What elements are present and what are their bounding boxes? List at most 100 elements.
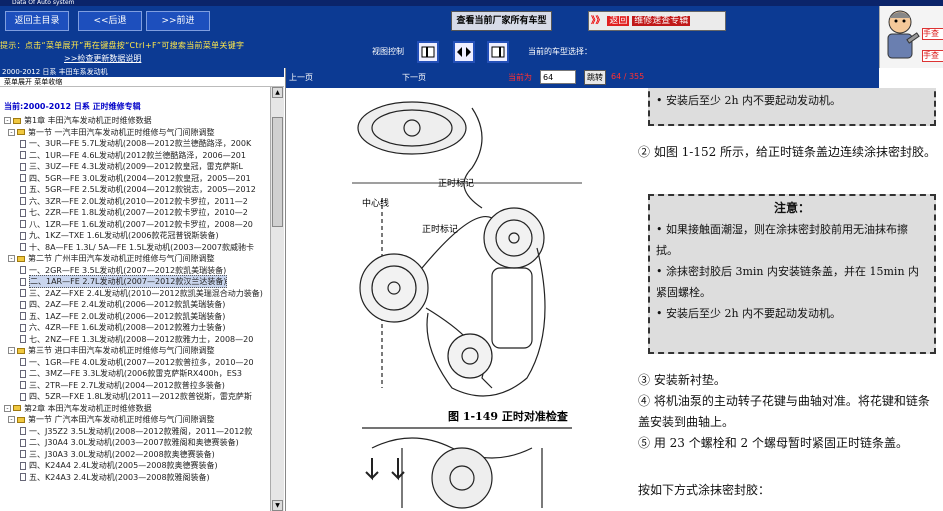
document-text-column: • 安装后至少 2h 内不要起动发动机。 ② 如图 1-152 所示，给正时链条… xyxy=(638,88,943,511)
document-icon xyxy=(20,461,26,470)
tree-item-label: 五、K24A3 2.4L发动机(2003—2008款雅阁装备) xyxy=(29,472,210,482)
tree-item[interactable]: 二、1UR—FE 4.6L发动机(2012款兰德酷路泽，2006—201 xyxy=(20,150,246,161)
left-panel-header: 2000-2012 日系 丰田车系发动机 xyxy=(0,68,284,77)
document-icon xyxy=(20,473,26,481)
scroll-up-icon[interactable]: ▲ xyxy=(272,87,283,98)
tree-folder[interactable]: - 第一节 广汽本田汽车发动机正时维修与气门间隙调整 xyxy=(8,414,215,425)
layout-left-button[interactable] xyxy=(417,41,439,63)
tree-item-label: 三、J30A3 3.0L发动机(2002—2008款奥德赛装备) xyxy=(29,449,215,459)
expand-toggle-icon[interactable]: - xyxy=(8,416,15,423)
tree-item[interactable]: 三、3UZ—FE 4.3L发动机(2009—2012款皇冠，雷克萨斯L xyxy=(20,161,243,172)
tree-item[interactable]: 五、5GR—FE 2.5L发动机(2004—2012款锐志，2005—2012 xyxy=(20,184,256,195)
folder-icon xyxy=(13,405,21,411)
layout-right-button[interactable] xyxy=(487,41,509,63)
tree-item[interactable]: 十、8A—FE 1.3L/ 5A—FE 1.5L发动机(2003—2007款威驰… xyxy=(20,242,254,253)
engine-timing-figure: 正时标记 中心线 正时标记 图 1-149 正时对准检查 xyxy=(342,88,594,511)
tree-item-label: 第1章 丰田汽车发动机正时维修数据 xyxy=(24,116,152,125)
document-icon xyxy=(20,197,26,205)
document-icon xyxy=(20,208,26,217)
tree-item-label: 四、K24A4 2.4L发动机(2005—2008款奥德赛装备) xyxy=(29,461,218,470)
page-number-input[interactable] xyxy=(540,70,576,84)
tree-folder[interactable]: - 第二节 广州丰田汽车发动机正时维修与气门间隙调整 xyxy=(8,253,215,264)
panel-split-icon xyxy=(457,47,471,57)
document-icon xyxy=(20,335,26,343)
tree-item[interactable]: 一、2GR—FE 3.5L发动机(2007—2012款凯美瑞装备) xyxy=(20,265,226,276)
tree-item-label: 一、3UR—FE 5.7L发动机(2008—2012款兰德酷路泽，200K xyxy=(29,139,252,148)
back-button[interactable]: <<后退 xyxy=(78,11,142,31)
go-to-page-button[interactable]: 跳转 xyxy=(584,70,606,85)
document-icon xyxy=(20,151,26,159)
tree-item[interactable]: 二、J30A4 3.0L发动机(2003—2007款雅阁和奥德赛装备) xyxy=(20,437,239,448)
tree-item[interactable]: 一、3UR—FE 5.7L发动机(2008—2012款兰德酷路泽，200K xyxy=(20,138,251,149)
page-navigation-bar: 上一页 下一页 当前为 跳转 64 / 355 xyxy=(286,68,879,88)
tree-folder[interactable]: - 第三节 进口丰田汽车发动机正时维修与气门间隙调整 xyxy=(8,345,215,356)
tree-item[interactable]: 九、1KZ—TXE 1.6L发动机(2006款花冠普锐斯装备) xyxy=(20,230,219,241)
tree-item-label: 九、1KZ—TXE 1.6L发动机(2006款花冠普锐斯装备) xyxy=(29,231,219,240)
caution-item-3: • 安装后至少 2h 内不要起动发动机。 xyxy=(656,307,842,320)
tree-item-label: 第一节 一汽丰田汽车发动机正时维修与气门间隙调整 xyxy=(28,127,215,137)
tree-item-label: 二、1UR—FE 4.6L发动机(2012款兰德酷路泽，2006—201 xyxy=(29,150,246,160)
tree-item-label: 二、3MZ—FE 3.3L发动机(2006款雷克萨斯RX400h，ES3 xyxy=(29,369,242,378)
tree-item-label: 四、5ZR—FXE 1.8L发动机(2011—2012款普锐斯，雷克萨斯 xyxy=(29,392,252,401)
tree-item[interactable]: 三、J30A3 3.0L发动机(2002—2008款奥德赛装备) xyxy=(20,449,215,460)
expand-toggle-icon[interactable]: - xyxy=(8,255,15,262)
timing-mark-label-1: 正时标记 xyxy=(438,179,475,189)
tree-item[interactable]: 八、1ZR—FE 1.6L发动机(2007—2012款卡罗拉，2008—20 xyxy=(20,219,253,230)
tree-item[interactable]: 七、2ZR—FE 1.8L发动机(2007—2012款卡罗拉，2010—2 xyxy=(20,207,248,218)
expand-toggle-icon[interactable]: - xyxy=(8,128,15,136)
document-icon xyxy=(20,277,26,286)
update-notes-link[interactable]: >>检查更新数据说明 xyxy=(64,53,141,64)
view-control-label: 视图控制 xyxy=(372,47,404,56)
tree-item[interactable]: 四、5GR—FE 3.0L发动机(2004—2012款皇冠，2005—201 xyxy=(20,173,251,184)
layout-split-button[interactable] xyxy=(453,41,475,63)
expand-toggle-icon[interactable]: - xyxy=(4,117,11,124)
document-icon xyxy=(20,266,26,274)
tree-item[interactable]: 一、J35Z2 3.5L发动机(2008—2012款雅阁，2011—2012款 xyxy=(20,426,252,437)
tree-item[interactable]: 四、2AZ—FE 2.4L发动机(2006—2012款凯美瑞装备) xyxy=(20,299,225,310)
mascot-tip-1: 手查不 xyxy=(922,28,943,40)
tree-item[interactable]: 六、4ZR—FE 1.6L发动机(2008—2012款雅力士装备) xyxy=(20,322,225,333)
tree-item[interactable]: 四、K24A4 2.4L发动机(2005—2008款奥德赛装备) xyxy=(20,460,218,471)
document-icon xyxy=(20,220,26,228)
tree-item-label: 第三节 进口丰田汽车发动机正时维修与气门间隙调整 xyxy=(28,346,215,355)
tree-scrollbar[interactable]: ▲ ▼ xyxy=(270,87,284,511)
tree-item[interactable]: 四、5ZR—FXE 1.8L发动机(2011—2012款普锐斯，雷克萨斯 xyxy=(20,391,252,402)
current-page-label: 当前为 xyxy=(508,73,532,82)
scroll-down-icon[interactable]: ▼ xyxy=(272,500,283,511)
tree-folder[interactable]: - 第1章 丰田汽车发动机正时维修数据 xyxy=(4,115,152,126)
tree-folder[interactable]: - 第一节 一汽丰田汽车发动机正时维修与气门间隙调整 xyxy=(8,127,215,138)
tree-item[interactable]: 五、K24A3 2.4L发动机(2003—2008款雅阁装备) xyxy=(20,472,210,483)
tree-item-label: 七、2NZ—FE 1.3L发动机(2008—2012款雅力士，2008—20 xyxy=(29,334,254,344)
document-viewer: 正时标记 中心线 正时标记 图 1-149 正时对准检查 • 安装后至少 2h … xyxy=(286,88,943,511)
tree-item[interactable]: 五、1AZ—FE 2.0L发动机(2006—2012款凯美瑞装备) xyxy=(20,311,225,322)
expand-toggle-icon[interactable]: - xyxy=(8,347,15,354)
prev-page-button[interactable]: 上一页 xyxy=(289,72,313,83)
return-repair-album-button[interactable]: 》》 返回 维修速查专辑 xyxy=(588,11,726,31)
tree-item[interactable]: 六、3ZR—FE 2.0L发动机(2010—2012款卡罗拉，2011—2 xyxy=(20,196,248,207)
forward-button[interactable]: >>前进 xyxy=(146,11,210,31)
tree-item[interactable]: 二、3MZ—FE 3.3L发动机(2006款雷克萨斯RX400h，ES3 xyxy=(20,368,242,379)
tree-item-label: 五、1AZ—FE 2.0L发动机(2006—2012款凯美瑞装备) xyxy=(29,311,226,321)
timing-mark-label-2: 正时标记 xyxy=(422,225,459,235)
panel-left-icon xyxy=(421,46,435,58)
scroll-thumb[interactable] xyxy=(272,117,283,227)
tree-item[interactable]: 三、2TR—FE 2.7L发动机(2004—2012款普拉多装备) xyxy=(20,380,225,391)
paragraph-3: ③ 安装新衬垫。 xyxy=(638,373,726,387)
view-vendor-models-button[interactable]: 查看当前厂家所有车型 xyxy=(451,11,552,31)
next-page-button[interactable]: 下一页 xyxy=(402,72,426,83)
tree-item[interactable]: 二、1AR—FE 2.7L发动机(2007—2012款汉兰达装备) xyxy=(20,275,228,288)
tree-folder[interactable]: - 第2章 本田汽车发动机正时维修数据 xyxy=(4,403,152,414)
tree-item-label: 七、2ZR—FE 1.8L发动机(2007—2012款卡罗拉，2010—2 xyxy=(29,208,248,217)
tree-item-label: 三、2TR—FE 2.7L发动机(2004—2012款普拉多装备) xyxy=(29,380,225,390)
expand-toggle-icon[interactable]: - xyxy=(4,404,11,412)
tree-item-label: 六、4ZR—FE 1.6L发动机(2008—2012款雅力士装备) xyxy=(29,323,226,332)
catalog-tree: 当前:2000-2012 日系 正时维修专辑 - 第1章 丰田汽车发动机正时维修数… xyxy=(0,101,270,511)
menu-expand-collapse[interactable]: 菜单展开 菜单收缩 xyxy=(0,77,284,87)
home-button[interactable]: 返回主目录 xyxy=(5,11,69,31)
tree-item[interactable]: 一、1GR—FE 4.0L发动机(2007—2012款普拉多，2010—20 xyxy=(20,357,254,368)
tree-item[interactable]: 七、2NZ—FE 1.3L发动机(2008—2012款雅力士，2008—20 xyxy=(20,334,253,345)
caution-item-1: • 如果接触面潮湿，则在涂抹密封胶前用无油抹布擦拭。 xyxy=(656,223,908,257)
mechanic-mascot: 手查不 手查 xyxy=(879,6,943,68)
tree-item[interactable]: 三、2AZ—FXE 2.4L发动机(2010—2012款凯美瑞混合动力装备) xyxy=(20,288,263,299)
search-hint: 提示：点击“菜单展开”再在键盘按“Ctrl+F”可搜索当前菜单关键字 xyxy=(0,41,245,50)
